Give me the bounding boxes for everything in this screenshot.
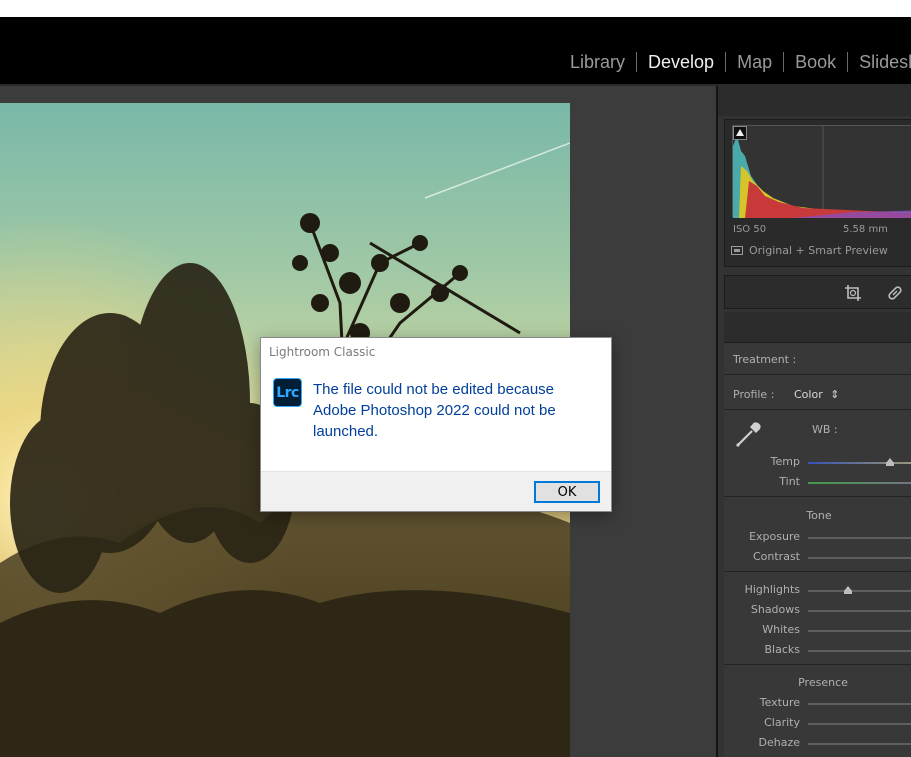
- slider-contrast[interactable]: [808, 557, 911, 559]
- panel-divider-line: [724, 374, 911, 375]
- module-separator: [636, 52, 638, 72]
- module-separator: [847, 52, 849, 72]
- presence-section-title: Presence: [798, 676, 848, 689]
- panel-divider-line: [724, 409, 911, 410]
- slider-label-tint: Tint: [779, 475, 800, 488]
- slider-label-clarity: Clarity: [764, 716, 800, 729]
- smart-preview-icon: [731, 246, 743, 255]
- histogram-chart: [733, 126, 911, 218]
- profile-label: Profile :: [733, 388, 775, 401]
- slider-exposure[interactable]: [808, 537, 911, 539]
- top-strip: [0, 0, 911, 17]
- slider-highlights[interactable]: [808, 586, 911, 594]
- profile-select[interactable]: Color ⇕: [794, 388, 839, 401]
- module-map[interactable]: Map: [737, 51, 772, 73]
- slider-label-exposure: Exposure: [749, 530, 800, 543]
- tool-strip: [724, 275, 911, 309]
- iso-readout: ISO 50: [733, 224, 767, 235]
- dialog-message: The file could not be edited because Ado…: [313, 381, 556, 440]
- slider-label-blacks: Blacks: [764, 643, 801, 656]
- module-separator: [725, 52, 727, 72]
- slider-dehaze[interactable]: [808, 743, 911, 745]
- white-balance-eyedropper-icon[interactable]: [732, 417, 766, 451]
- slider-label-texture: Texture: [759, 696, 800, 709]
- slider-thumb-temp[interactable]: [885, 458, 894, 466]
- slider-thumb-highlights[interactable]: [843, 586, 852, 594]
- slider-label-highlights: Highlights: [744, 583, 800, 596]
- wb-label: WB :: [812, 423, 838, 436]
- profile-value: Color: [794, 388, 823, 401]
- tone-section-title: Tone: [806, 509, 832, 522]
- right-panel: ISO 50 5.58 mm Original + Smart Preview …: [718, 86, 911, 757]
- healing-brush-icon[interactable]: [885, 283, 905, 303]
- basic-panel: Treatment : Profile : Color ⇕ WB : Temp …: [724, 342, 911, 757]
- slider-tint[interactable]: [808, 482, 911, 484]
- slider-temp[interactable]: [808, 458, 911, 466]
- module-library[interactable]: Library: [570, 51, 625, 73]
- ok-button[interactable]: OK: [534, 481, 600, 503]
- panel-divider-line: [724, 571, 911, 572]
- lrc-logo-text: Lrc: [276, 384, 299, 401]
- slider-clarity[interactable]: [808, 723, 911, 725]
- module-book[interactable]: Book: [795, 51, 836, 73]
- shadow-clipping-icon[interactable]: [733, 126, 747, 140]
- treatment-label: Treatment :: [733, 353, 797, 366]
- profile-dropdown-icon: ⇕: [830, 388, 840, 401]
- module-separator: [783, 52, 785, 72]
- slider-label-dehaze: Dehaze: [758, 736, 801, 749]
- panel-divider-line: [724, 664, 911, 665]
- dialog-footer: OK: [261, 471, 611, 511]
- module-slideshow[interactable]: Slidesh: [859, 51, 911, 73]
- slider-label-temp: Temp: [770, 455, 800, 468]
- preview-status: Original + Smart Preview: [731, 244, 888, 257]
- slider-whites[interactable]: [808, 630, 911, 632]
- slider-label-contrast: Contrast: [752, 550, 800, 563]
- panel-divider-line: [724, 496, 911, 497]
- slider-texture[interactable]: [808, 703, 911, 705]
- error-dialog: Lightroom Classic Lrc The file could not…: [260, 337, 612, 512]
- lightroom-app-icon: Lrc: [273, 378, 302, 407]
- module-picker: Library Develop Map Book Slidesh: [570, 51, 911, 73]
- slider-blacks[interactable]: [808, 650, 911, 652]
- histogram-panel: ISO 50 5.58 mm Original + Smart Preview: [724, 119, 911, 267]
- slider-label-shadows: Shadows: [750, 603, 800, 616]
- slider-label-whites: Whites: [762, 623, 800, 636]
- panel-header: [718, 86, 911, 116]
- focal-length-readout: 5.58 mm: [843, 224, 888, 235]
- panel-spacer: [724, 312, 911, 342]
- crop-icon[interactable]: [843, 283, 863, 303]
- module-develop[interactable]: Develop: [648, 51, 714, 73]
- slider-shadows[interactable]: [808, 610, 911, 612]
- preview-status-label: Original + Smart Preview: [749, 244, 888, 257]
- histogram-graph: [732, 125, 911, 218]
- dialog-title: Lightroom Classic: [269, 345, 376, 359]
- module-picker-bar: Library Develop Map Book Slidesh: [0, 17, 911, 86]
